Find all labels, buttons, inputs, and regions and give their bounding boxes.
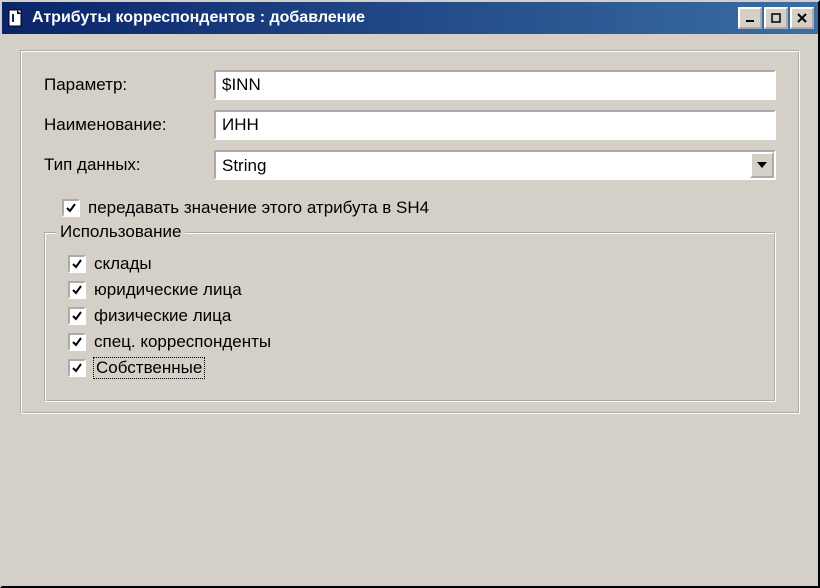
close-button[interactable] [790, 7, 814, 29]
usage-fieldset: Использование склады юридические лица [44, 232, 776, 402]
usage-item-warehouses: склады [68, 254, 752, 274]
datatype-select[interactable]: String [214, 150, 776, 180]
parameter-input[interactable] [214, 70, 776, 100]
app-icon [6, 8, 26, 28]
window-controls [738, 7, 814, 29]
minimize-button[interactable] [738, 7, 762, 29]
usage-checkbox-warehouses[interactable] [68, 255, 86, 273]
usage-item-legal: юридические лица [68, 280, 752, 300]
dialog-window: Атрибуты корреспондентов : добавление Па… [0, 0, 820, 588]
maximize-button[interactable] [764, 7, 788, 29]
usage-checkbox-individuals[interactable] [68, 307, 86, 325]
usage-label: спец. корреспонденты [94, 332, 271, 352]
usage-item-own: Собственные [68, 358, 752, 378]
parameter-row: Параметр: [44, 70, 776, 100]
usage-legend: Использование [56, 222, 185, 242]
usage-item-individuals: физические лица [68, 306, 752, 326]
usage-label: юридические лица [94, 280, 242, 300]
name-input[interactable] [214, 110, 776, 140]
parameter-label: Параметр: [44, 75, 214, 95]
usage-checkbox-own[interactable] [68, 359, 86, 377]
name-label: Наименование: [44, 115, 214, 135]
window-title: Атрибуты корреспондентов : добавление [32, 9, 738, 27]
usage-checkbox-legal[interactable] [68, 281, 86, 299]
client-area: Параметр: Наименование: Тип данных: Stri… [2, 34, 818, 430]
sh4-checkbox[interactable] [62, 199, 80, 217]
name-row: Наименование: [44, 110, 776, 140]
usage-label: физические лица [94, 306, 231, 326]
usage-label: Собственные [94, 358, 204, 378]
sh4-checkbox-row: передавать значение этого атрибута в SH4 [62, 198, 776, 218]
titlebar: Атрибуты корреспондентов : добавление [2, 2, 818, 34]
usage-label: склады [94, 254, 152, 274]
datatype-row: Тип данных: String [44, 150, 776, 180]
usage-checkbox-special[interactable] [68, 333, 86, 351]
usage-item-special: спец. корреспонденты [68, 332, 752, 352]
form-panel: Параметр: Наименование: Тип данных: Stri… [20, 50, 800, 414]
datatype-value: String [216, 152, 750, 178]
sh4-checkbox-label: передавать значение этого атрибута в SH4 [88, 198, 429, 218]
chevron-down-icon[interactable] [750, 152, 774, 178]
datatype-label: Тип данных: [44, 155, 214, 175]
